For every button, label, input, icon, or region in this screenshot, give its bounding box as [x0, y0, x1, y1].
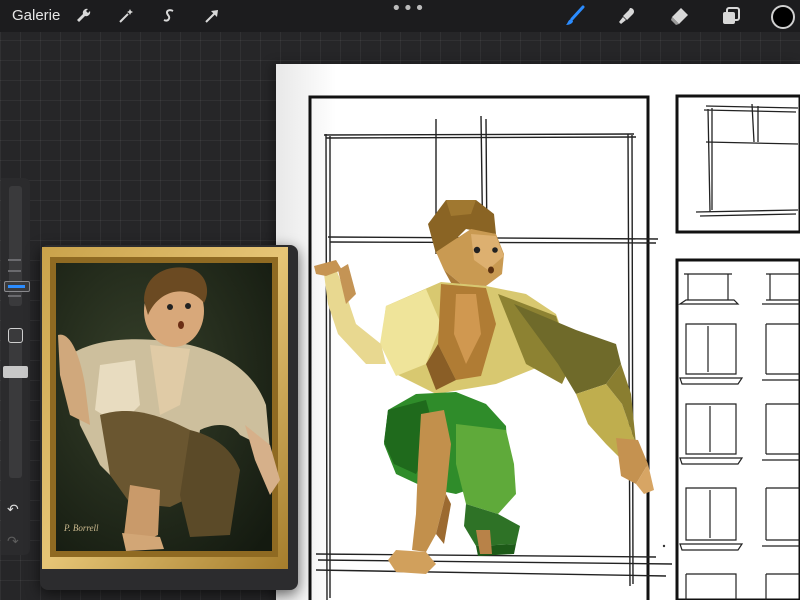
square-icon[interactable]: [8, 328, 23, 343]
brush-icon[interactable]: [562, 3, 588, 29]
brush-opacity-slider[interactable]: [9, 328, 22, 478]
eraser-icon[interactable]: [666, 3, 692, 29]
selection-s-icon[interactable]: [156, 3, 182, 29]
color-well[interactable]: [771, 5, 795, 29]
size-tick: [8, 259, 21, 261]
undo-icon[interactable]: ↶: [7, 502, 19, 518]
opacity-thumb[interactable]: [3, 366, 28, 378]
building-windows: [678, 273, 800, 600]
painting-signature: P. Borrell: [63, 523, 99, 533]
canvas-artwork: [276, 64, 800, 600]
smudge-icon[interactable]: [614, 3, 640, 29]
top-toolbar: Galerie •••: [0, 0, 800, 32]
size-tick: [8, 270, 21, 272]
drawing-canvas[interactable]: [276, 64, 800, 600]
gallery-button[interactable]: Galerie: [12, 7, 60, 24]
lowpoly-figure: [314, 200, 654, 574]
arrow-cursor-icon[interactable]: [199, 3, 225, 29]
magic-wand-icon[interactable]: [113, 3, 139, 29]
reference-window[interactable]: P. Borrell: [40, 245, 298, 590]
size-tick: [8, 295, 21, 297]
reference-painting: P. Borrell: [42, 247, 288, 569]
more-dots-icon[interactable]: •••: [391, 0, 426, 19]
brush-size-thumb[interactable]: [4, 281, 30, 292]
layers-icon[interactable]: [718, 3, 744, 29]
redo-icon[interactable]: ↷: [7, 534, 19, 550]
wrench-icon[interactable]: [70, 3, 96, 29]
